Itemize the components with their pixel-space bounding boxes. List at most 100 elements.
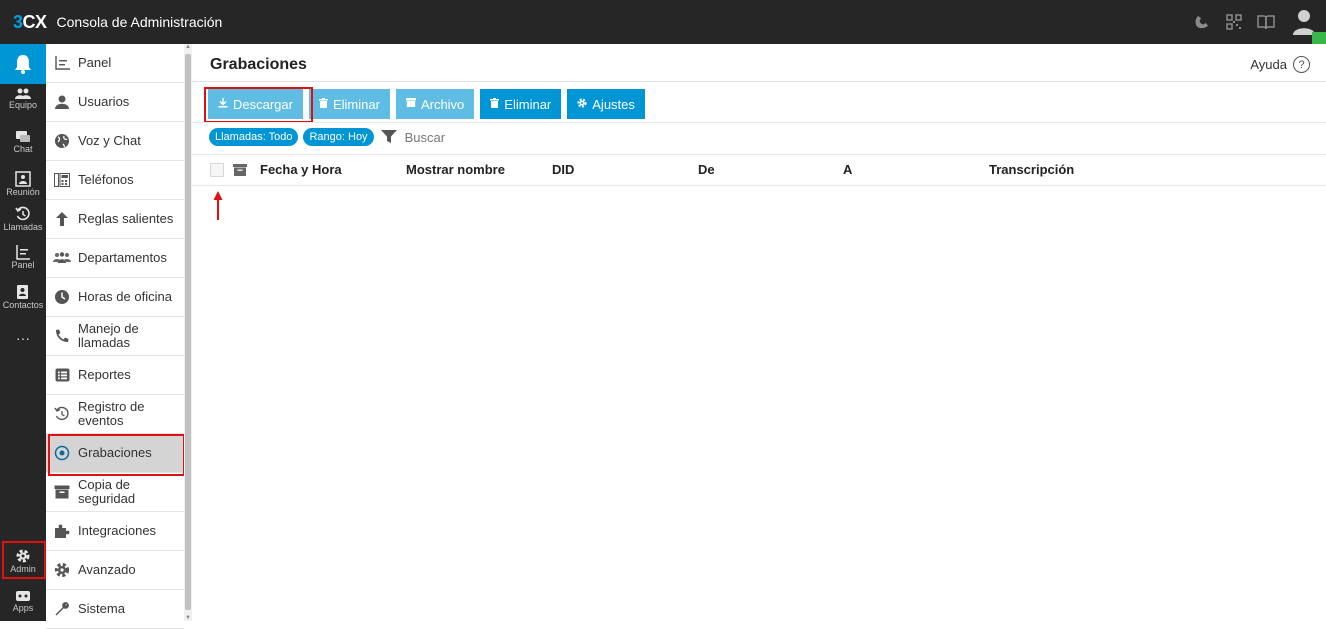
nav-item-label: Horas de oficina (78, 289, 172, 304)
gear-icon (577, 97, 587, 111)
rail-item-chat[interactable]: Chat (0, 130, 46, 154)
nav-item-label: Registro de eventos (78, 399, 145, 428)
search-input[interactable]: Buscar (405, 130, 445, 145)
archive-button[interactable]: Archivo (395, 89, 475, 119)
nav-item-reportes[interactable]: Reportes (46, 356, 184, 395)
nav-item-avanzado[interactable]: Avanzado (46, 551, 184, 590)
download-highlight-box (204, 87, 313, 123)
more-icon: ··· (16, 330, 30, 346)
more-apps-button[interactable]: ··· (0, 330, 46, 346)
table-header: Fecha y Hora Mostrar nombre DID De A Tra… (192, 155, 1326, 185)
nav-item-voz-y-chat[interactable]: Voz y Chat (46, 122, 184, 161)
handset-icon (46, 328, 78, 344)
app-rail: Equipo Chat Reunión Llamadas Panel Conta… (0, 44, 46, 621)
filter-funnel-icon[interactable] (380, 130, 397, 144)
nav-item-departamentos[interactable]: Departamentos (46, 239, 184, 278)
logo[interactable]: 3CX (13, 12, 47, 33)
divider (192, 81, 1326, 82)
qr-code-icon[interactable] (1218, 0, 1250, 44)
range-filter-chip[interactable]: Rango: Hoy (303, 128, 374, 146)
puzzle-icon (46, 523, 78, 539)
nav-item-label: Usuarios (78, 94, 130, 109)
arrow-up-icon (46, 212, 78, 226)
delete-archived-button[interactable]: Eliminar (480, 89, 562, 119)
nav-item-label: Avanzado (78, 562, 136, 577)
archive-label: Archivo (420, 96, 465, 112)
rail-item-label: Panel (11, 260, 35, 270)
page-title: Grabaciones (210, 56, 307, 73)
nav-item-label: Integraciones (78, 523, 157, 538)
archive-icon (46, 485, 78, 499)
history-icon (46, 406, 78, 422)
rail-item-label: Apps (12, 603, 34, 613)
nav-item-label: Departamentos (78, 250, 167, 265)
column-header-mostrar-nombre[interactable]: Mostrar nombre (406, 162, 505, 177)
nav-item-label: Reglas salientes (78, 211, 174, 226)
archive-column-icon (233, 164, 247, 179)
departments-icon (46, 252, 78, 264)
globe-icon (46, 133, 78, 149)
phone-grid-icon (46, 173, 78, 187)
rail-item-team[interactable]: Equipo (0, 88, 46, 110)
divider (192, 122, 1326, 123)
main-content: Grabaciones Ayuda ? Descargar Eliminar A… (192, 44, 1326, 621)
delete-button[interactable]: Eliminar (308, 89, 390, 119)
nav-scrollbar[interactable]: ▲ ▼ (184, 44, 192, 621)
chat-icon (16, 131, 30, 142)
panel-icon (16, 245, 30, 260)
top-bar: 3CX Consola de Administración (0, 0, 1326, 44)
rail-item-apps[interactable]: Apps (0, 589, 46, 613)
call-history-icon (15, 206, 30, 221)
clock-icon (46, 289, 78, 305)
app-title: Consola de Administración (56, 14, 223, 30)
column-header-fecha-hora[interactable]: Fecha y Hora (260, 162, 342, 177)
rail-item-label: Chat (13, 144, 33, 154)
nav-item-usuarios[interactable]: Usuarios (46, 83, 184, 122)
nav-item-sistema[interactable]: Sistema (46, 590, 184, 629)
manual-book-icon[interactable] (1250, 0, 1282, 44)
logo-prefix: 3 (13, 11, 23, 32)
scrollbar-thumb[interactable] (185, 54, 191, 610)
help-link[interactable]: Ayuda ? (1250, 56, 1310, 73)
nav-item-label: Panel (78, 55, 112, 70)
column-header-a[interactable]: A (843, 162, 852, 177)
calls-filter-chip[interactable]: Llamadas: Todo (209, 128, 299, 146)
nav-item-horas-de-oficina[interactable]: Horas de oficina (46, 278, 184, 317)
settings-button[interactable]: Ajustes (567, 89, 645, 119)
nav-item-label: Manejo de llamadas (78, 321, 139, 350)
user-avatar[interactable] (1282, 0, 1326, 44)
column-header-de[interactable]: De (698, 162, 715, 177)
nav-item-integraciones[interactable]: Integraciones (46, 512, 184, 551)
rail-item-meeting[interactable]: Reunión (0, 171, 46, 197)
list-icon (46, 368, 78, 382)
nav-item-reglas-salientes[interactable]: Reglas salientes (46, 200, 184, 239)
online-status-indicator (1312, 32, 1326, 44)
rail-item-calls[interactable]: Llamadas (0, 206, 46, 232)
divider (192, 185, 1326, 186)
logo-suffix: CX (22, 11, 48, 32)
scroll-down-arrow-icon[interactable]: ▼ (184, 615, 192, 621)
filter-bar: Llamadas: Todo Rango: Hoy Buscar (209, 128, 445, 146)
select-all-checkbox[interactable] (210, 163, 224, 177)
rail-item-panel[interactable]: Panel (0, 244, 46, 270)
admin-nav: Panel Usuarios Voz y Chat Teléfonos Regl… (46, 44, 186, 629)
rail-item-contacts[interactable]: Contactos (0, 284, 46, 310)
meeting-icon (15, 171, 31, 187)
delete-archived-label: Eliminar (504, 96, 552, 112)
nav-item-manejo-de-llamadas[interactable]: Manejo de llamadas (46, 317, 184, 356)
nav-item-registro-de-eventos[interactable]: Registro de eventos (46, 395, 184, 434)
nav-item-telefonos[interactable]: Teléfonos (46, 161, 184, 200)
trash-icon (318, 97, 328, 111)
nav-item-panel[interactable]: Panel (46, 44, 184, 83)
column-header-transcripcion[interactable]: Transcripción (989, 162, 1074, 177)
phone-icon[interactable] (1186, 0, 1218, 44)
top-icons (1186, 0, 1326, 44)
rail-item-label: Reunión (6, 187, 40, 197)
scroll-up-arrow-icon[interactable]: ▲ (184, 44, 192, 50)
team-icon (15, 88, 31, 99)
column-header-did[interactable]: DID (552, 162, 574, 177)
nav-item-copia-de-seguridad[interactable]: Copia de seguridad (46, 473, 184, 512)
rail-item-label: Llamadas (3, 222, 43, 232)
rail-item-label: Equipo (8, 100, 38, 110)
notifications-button[interactable] (0, 44, 46, 84)
